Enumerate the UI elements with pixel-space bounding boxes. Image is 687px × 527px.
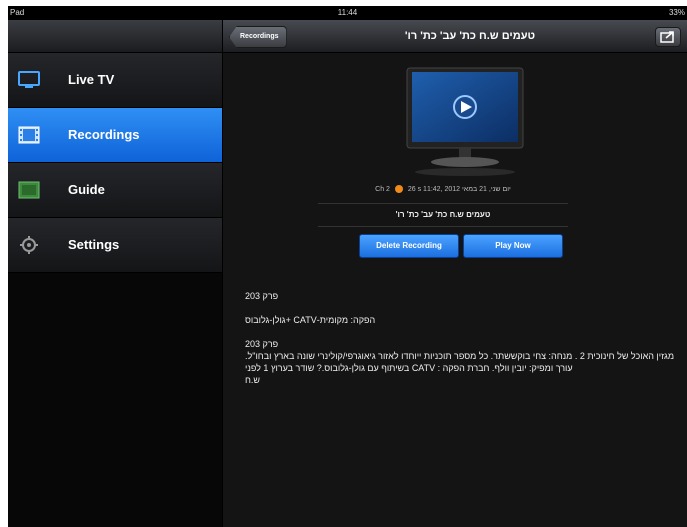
status-bar: Pad 11:44 33% — [8, 6, 687, 20]
app-window: Pad 11:44 33% Live TV Recordings Guide S… — [8, 6, 687, 527]
battery-label: 33% — [668, 8, 685, 17]
sidebar-header — [8, 20, 222, 53]
guide-icon — [18, 181, 40, 199]
delete-recording-button[interactable]: Delete Recording — [359, 234, 459, 258]
recording-thumbnail[interactable] — [405, 66, 525, 178]
detail-pane: Recordings טעמים ש.ח כת' עב' כת' רו' יום… — [223, 20, 687, 527]
sidebar-item-recordings[interactable]: Recordings — [8, 108, 222, 163]
program-description: פרק 203 הפקה: מקומית-CATV +גולן-גלובוס פ… — [245, 290, 685, 398]
navigation-bar: Recordings טעמים ש.ח כת' עב' כת' רו' — [223, 20, 687, 53]
sidebar-item-label: Recordings — [68, 127, 140, 142]
play-now-button[interactable]: Play Now — [463, 234, 563, 258]
tv-icon — [18, 71, 40, 88]
recording-duration: 26 s — [407, 185, 422, 193]
program-title: טעמים ש.ח כת' עב' כת' רו' — [318, 203, 568, 227]
clock-label: 11:44 — [337, 8, 358, 17]
film-icon — [18, 126, 40, 144]
description-paragraph: פרק 203 מגזין האוכל של חינוכית 2 . מנחה:… — [245, 339, 674, 385]
recording-meta: יום שני, 21 במאי 2012 ,11:42 Ch 2 26 s — [283, 185, 603, 193]
sidebar: Live TV Recordings Guide Settings — [8, 20, 222, 527]
page-title: טעמים ש.ח כת' עב' כת' רו' — [404, 30, 536, 42]
sidebar-item-label: Live TV — [68, 72, 115, 87]
sidebar-item-guide[interactable]: Guide — [8, 163, 222, 218]
sidebar-item-label: Settings — [68, 237, 120, 252]
sidebar-item-live-tv[interactable]: Live TV — [8, 53, 222, 108]
back-button[interactable]: Recordings — [229, 26, 287, 48]
share-button[interactable] — [655, 27, 681, 47]
description-paragraph: פרק 203 — [245, 291, 279, 301]
share-icon — [660, 31, 674, 43]
gear-icon — [20, 236, 38, 254]
sidebar-item-label: Guide — [68, 182, 105, 197]
clock-icon — [394, 185, 403, 193]
description-paragraph: הפקה: מקומית-CATV +גולן-גלובוס — [245, 315, 376, 325]
sidebar-item-settings[interactable]: Settings — [8, 218, 222, 273]
